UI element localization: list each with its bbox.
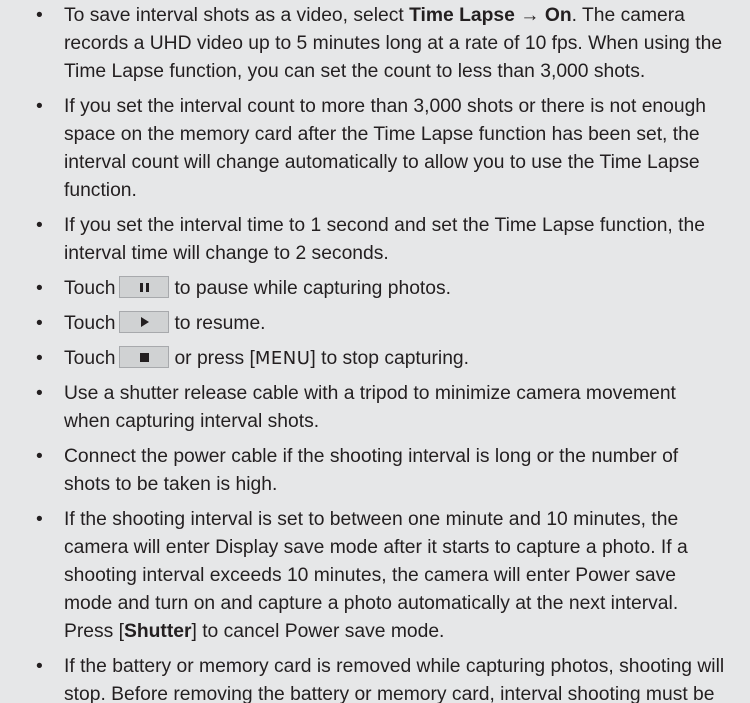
- arrow-symbol: →: [514, 5, 545, 26]
- bullet: •: [36, 656, 43, 677]
- note-text: If the battery or memory card is removed…: [64, 656, 725, 703]
- pause-button[interactable]: [119, 276, 170, 298]
- bullet: •: [36, 348, 43, 369]
- note-text: Touch: [64, 313, 116, 334]
- note-text: Use a shutter release cable with a tripo…: [64, 383, 676, 432]
- note-text: Touch: [64, 278, 116, 299]
- bullet: •: [36, 383, 43, 404]
- bullet: •: [36, 313, 43, 334]
- bullet: •: [36, 5, 43, 26]
- notes-list: • To save interval shots as a video, sel…: [36, 2, 726, 703]
- note-battery-removal: • If the battery or memory card is remov…: [36, 653, 726, 703]
- manual-page: • To save interval shots as a video, sel…: [0, 0, 750, 703]
- note-text: or press [: [174, 348, 255, 369]
- note-text: to resume.: [174, 313, 266, 334]
- stop-button[interactable]: [119, 346, 170, 368]
- menu-option-time-lapse: Time Lapse: [409, 5, 515, 26]
- note-text: If you set the interval count to more th…: [64, 96, 707, 201]
- shutter-key-label: Shutter: [124, 621, 192, 642]
- note-text: Touch: [64, 348, 116, 369]
- note-text: To save interval shots as a video, selec…: [64, 5, 410, 26]
- bullet: •: [36, 96, 43, 117]
- note-text: ] to stop capturing.: [310, 348, 470, 369]
- note-shutter-cable: • Use a shutter release cable with a tri…: [36, 380, 726, 436]
- note-text: ] to cancel Power save mode.: [191, 621, 445, 642]
- note-interval-time: • If you set the interval time to 1 seco…: [36, 212, 726, 268]
- note-time-lapse-video: • To save interval shots as a video, sel…: [36, 2, 726, 86]
- note-text: to pause while capturing photos.: [174, 278, 451, 299]
- bullet: •: [36, 446, 43, 467]
- note-resume: • Touch to resume.: [36, 310, 726, 338]
- stop-icon: [120, 347, 168, 367]
- note-pause: • Touch to pause while capturing photos.: [36, 275, 726, 303]
- note-text: If you set the interval time to 1 second…: [64, 215, 705, 264]
- pause-icon: [120, 277, 168, 297]
- note-power-cable: • Connect the power cable if the shootin…: [36, 443, 726, 499]
- note-save-mode: • If the shooting interval is set to bet…: [36, 506, 726, 646]
- menu-key-label: MENU: [254, 348, 311, 369]
- bullet: •: [36, 278, 43, 299]
- menu-option-on: On: [544, 5, 572, 26]
- bullet: •: [36, 215, 43, 236]
- play-icon: [120, 312, 168, 332]
- bullet: •: [36, 509, 43, 530]
- play-button[interactable]: [119, 311, 170, 333]
- note-stop: • Touch or press [MENU] to stop capturing…: [36, 345, 726, 373]
- note-interval-count: • If you set the interval count to more …: [36, 93, 726, 205]
- note-text: Connect the power cable if the shooting …: [64, 446, 679, 495]
